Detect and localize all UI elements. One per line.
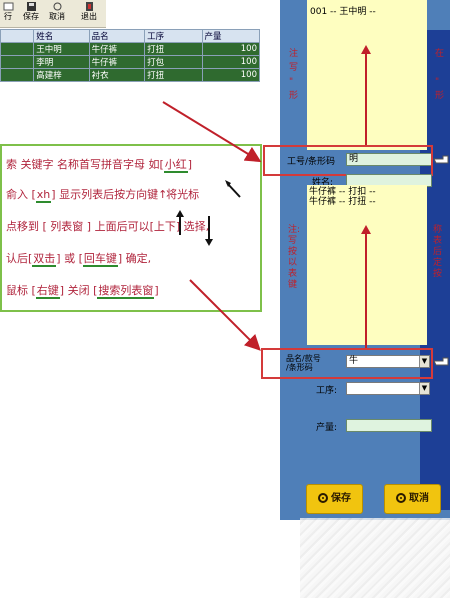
annotation-arrow-1 xyxy=(162,101,262,163)
annotation-overlay xyxy=(162,101,262,351)
annotation-arrow-2 xyxy=(189,279,261,351)
